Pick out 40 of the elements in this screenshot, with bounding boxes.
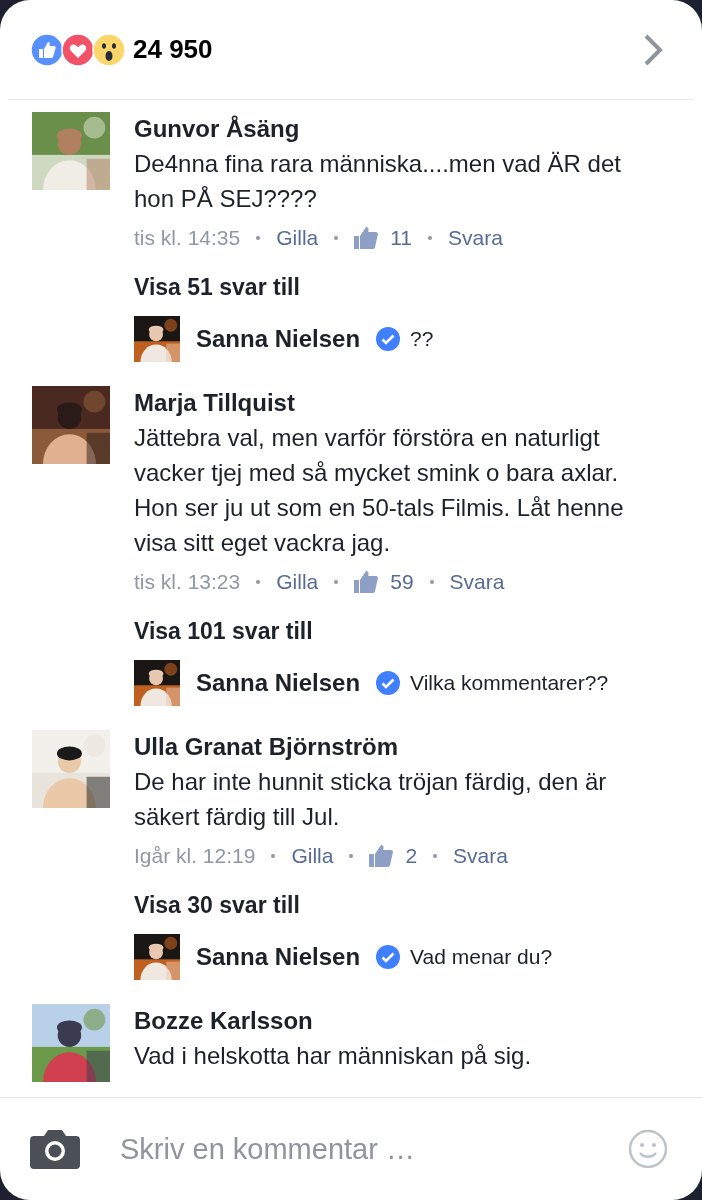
comment-text: De4nna fina rara människa....men vad ÄR det hon PÅ SEJ???? — [134, 149, 622, 214]
reply-text: Vilka kommentarer?? — [410, 671, 609, 695]
like-count: 59 — [390, 569, 414, 595]
smiley-icon[interactable] — [628, 1129, 668, 1169]
comment-author[interactable]: Gunvor Åsäng — [134, 112, 300, 146]
view-replies-link[interactable]: Visa 30 svar till — [134, 888, 300, 922]
comment-author[interactable]: Ulla Granat Björnström — [134, 730, 399, 764]
comment-input[interactable]: Skriv en kommentar … — [118, 1131, 590, 1167]
like-link[interactable]: Gilla — [276, 218, 319, 258]
chevron-right-icon[interactable] — [642, 32, 664, 67]
like-count: 11 — [390, 225, 413, 251]
comment-text: Vad i helskotta har människan på sig. — [134, 1041, 533, 1071]
reply-text: Vad menar du? — [410, 945, 553, 969]
like-link[interactable]: Gilla — [276, 562, 319, 602]
comment-text: Jättebra val, men varför förstöra en naturligt vacker tjej med så mycket smink o bara axlar. Hon ser ju ut som en 50-tals Filmis. Låt henne visa sitt eget vackra jag. — [134, 423, 625, 558]
reaction-count: 24 950 — [133, 34, 213, 65]
thumbs-up-icon — [354, 571, 379, 593]
comment-author[interactable]: Bozze Karlsson — [134, 1004, 313, 1038]
reply-link[interactable]: Svara — [449, 562, 505, 602]
camera-icon[interactable] — [30, 1129, 80, 1169]
reply-author[interactable]: Sanna Nielsen — [196, 943, 361, 971]
reply-link[interactable]: Svara — [453, 836, 508, 876]
reply-link[interactable]: Svara — [448, 218, 503, 258]
comment-time: tis kl. 14:35 — [134, 225, 241, 251]
view-replies-link[interactable]: Visa 101 svar till — [134, 614, 313, 648]
thumbs-up-icon — [369, 845, 394, 867]
view-replies-link[interactable]: Visa 51 svar till — [134, 270, 300, 304]
comment-time: tis kl. 13:23 — [134, 569, 241, 595]
reply-author[interactable]: Sanna Nielsen — [196, 669, 361, 697]
wow-reaction-icon — [92, 32, 126, 67]
heart-reaction-icon — [61, 32, 95, 67]
like-reaction-icon — [30, 32, 64, 67]
comment-author[interactable]: Marja Tillquist — [134, 386, 295, 420]
comment-text: De har inte hunnit sticka tröjan färdig, den är säkert färdig till Jul. — [134, 767, 608, 832]
reply-author[interactable]: Sanna Nielsen — [196, 325, 361, 353]
thumbs-up-icon — [354, 227, 379, 249]
comment-time: Igår kl. 12:19 — [134, 843, 256, 869]
like-count: 2 — [405, 843, 418, 869]
like-link[interactable]: Gilla — [291, 836, 334, 876]
reply-text: ?? — [410, 327, 434, 351]
